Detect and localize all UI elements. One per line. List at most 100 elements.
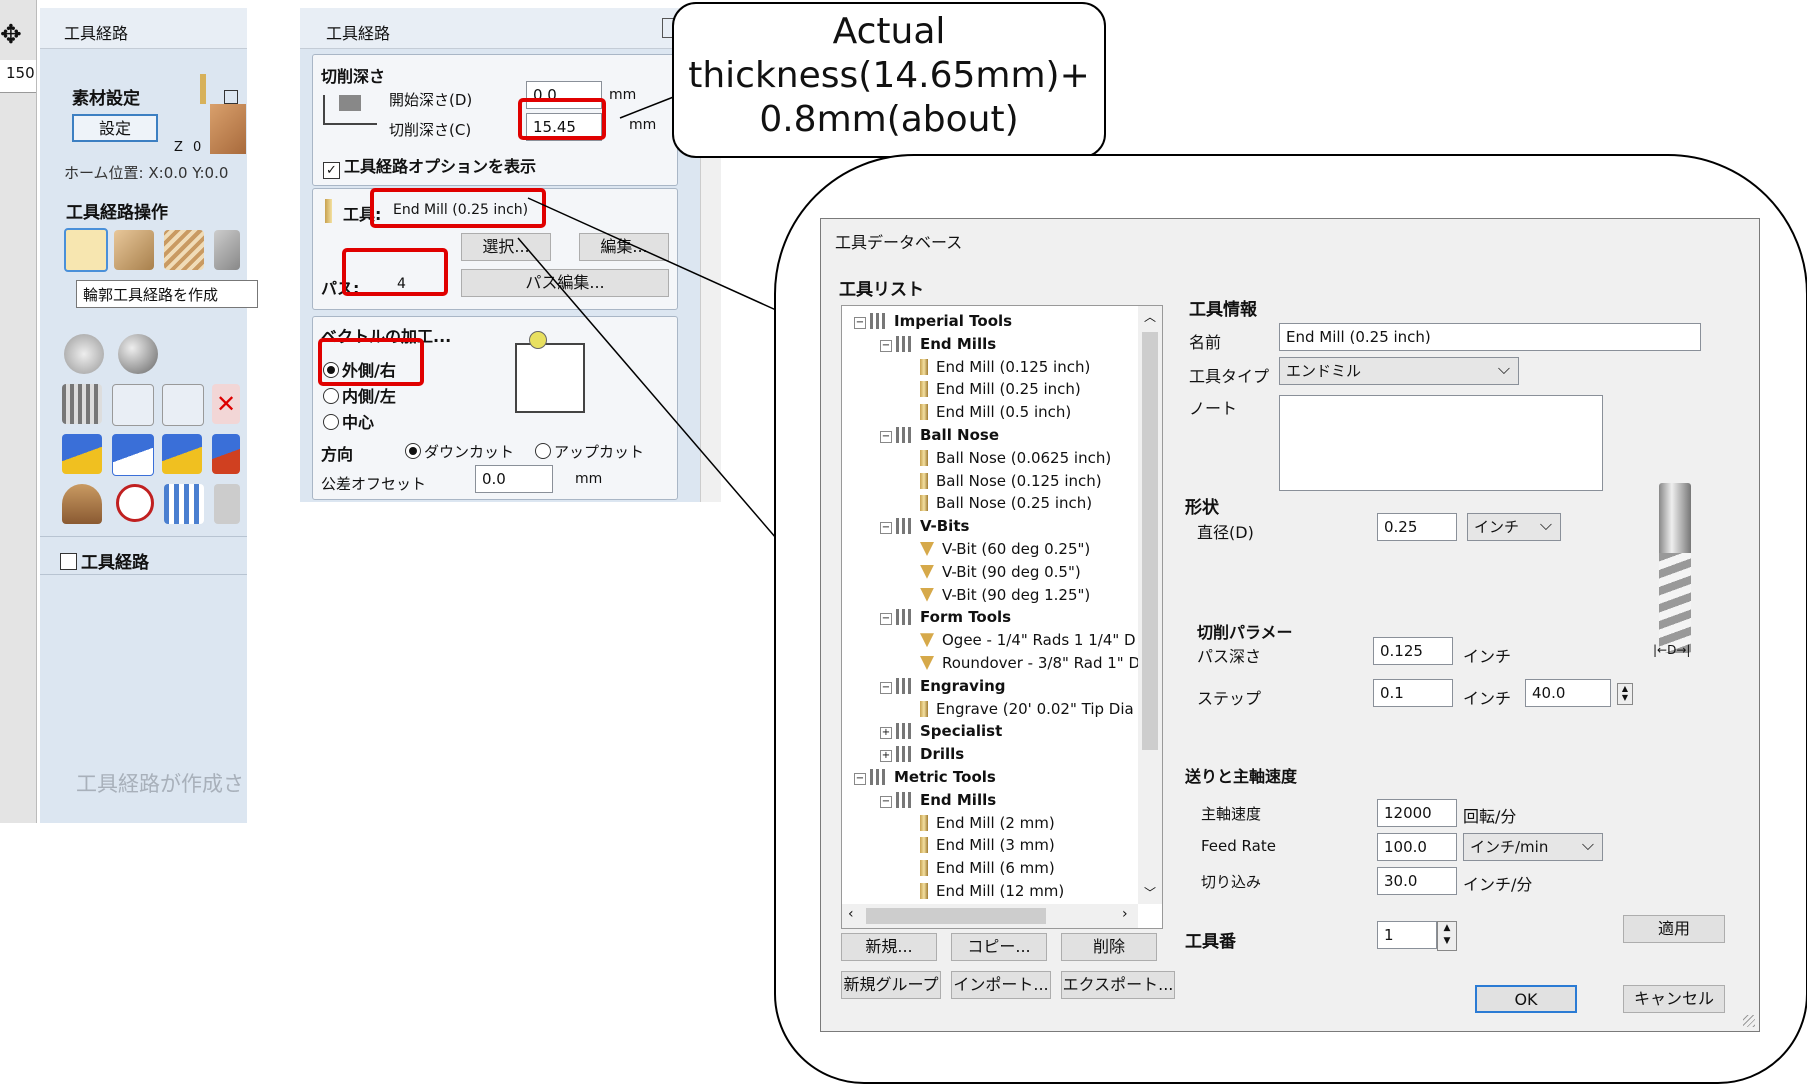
collapse-icon[interactable]: − <box>854 773 866 785</box>
new-tool-button[interactable]: 新規... <box>841 933 937 961</box>
tool-group-icon <box>896 427 914 443</box>
feed-input[interactable]: 100.0 <box>1377 833 1457 861</box>
collapse-icon[interactable]: − <box>880 613 892 626</box>
feed-label: Feed Rate <box>1201 837 1276 855</box>
tree-item-label: Metric Tools <box>894 768 996 786</box>
tree-item-label: End Mill (12 mm) <box>936 882 1065 900</box>
diameter-input[interactable]: 0.25 <box>1377 513 1457 541</box>
tree-item[interactable]: − V-Bits <box>880 515 969 537</box>
collapse-icon[interactable]: − <box>880 795 892 808</box>
stepover-unit: インチ <box>1463 689 1512 708</box>
tree-item[interactable]: End Mill (0.125 inch) <box>906 356 1090 378</box>
end-mill-icon <box>920 700 928 717</box>
diameter-unit-select[interactable]: インチ <box>1467 512 1561 541</box>
resize-grip-icon[interactable] <box>1743 1015 1755 1027</box>
tree-item-label: Ball Nose (0.125 inch) <box>936 471 1102 490</box>
tree-item[interactable]: End Mill (6 mm) <box>906 857 1055 879</box>
pass-depth-input[interactable]: 0.125 <box>1373 637 1453 665</box>
collapse-icon[interactable]: − <box>880 681 892 694</box>
tree-item[interactable]: − Form Tools <box>880 606 1011 628</box>
end-mill-icon <box>920 404 928 421</box>
spindle-unit: 回転/分 <box>1463 807 1517 826</box>
tree-item-label: End Mills <box>920 334 997 353</box>
feeds-heading: 送りと主軸速度 <box>1185 767 1298 786</box>
spindle-input[interactable]: 12000 <box>1377 799 1457 827</box>
copy-tool-button[interactable]: コピー... <box>951 933 1047 961</box>
tree-item[interactable]: End Mill (12 mm) <box>906 880 1064 902</box>
tool-group-icon <box>896 609 914 626</box>
collapse-icon[interactable]: − <box>880 522 892 535</box>
tool-database-dialog: 工具データベース 工具リスト − Imperial Tools − End Mills… <box>820 218 1760 1032</box>
scroll-thumb[interactable] <box>1142 332 1158 750</box>
expand-icon[interactable]: + <box>880 750 892 763</box>
pass-depth-label: パス深さ <box>1197 647 1262 666</box>
scroll-down-icon[interactable]: ﹀ <box>1144 884 1156 901</box>
stepover-input[interactable]: 0.1 <box>1373 679 1453 707</box>
collapse-icon[interactable]: − <box>880 339 892 352</box>
plunge-input[interactable]: 30.0 <box>1377 867 1457 895</box>
tool-number-spinner[interactable]: ▲ ▼ <box>1437 921 1457 951</box>
feed-unit-select[interactable]: インチ/min <box>1463 832 1603 861</box>
tree-item[interactable]: − End Mills <box>880 789 996 811</box>
notes-label: ノート <box>1189 399 1238 418</box>
tree-item-label: Roundover - 3/8" Rad 1" D <box>942 654 1141 672</box>
tool-group-icon <box>896 335 914 352</box>
tree-item[interactable]: End Mill (0.25 inch) <box>906 378 1081 400</box>
tree-item[interactable]: + Drills <box>880 743 964 765</box>
tree-item[interactable]: Roundover - 3/8" Rad 1" D <box>906 652 1140 674</box>
tree-item[interactable]: Engrave (20' 0.02" Tip Dia <box>906 698 1134 720</box>
tree-item[interactable]: − Imperial Tools <box>854 310 1012 332</box>
collapse-icon[interactable]: − <box>880 431 892 443</box>
diameter-label: 直径(D) <box>1197 523 1254 542</box>
hscroll-thumb[interactable] <box>866 908 1046 924</box>
tree-item[interactable]: End Mill (0.5 inch) <box>906 401 1071 423</box>
expand-icon[interactable]: + <box>880 727 892 740</box>
new-group-button[interactable]: 新規グループ <box>841 971 941 999</box>
tree-item-label: V-Bit (90 deg 1.25") <box>942 585 1091 604</box>
v-bit-icon <box>920 564 934 579</box>
tree-item[interactable]: + Specialist <box>880 720 1002 742</box>
stepover-percent-input[interactable]: 40.0 <box>1525 679 1611 707</box>
tool-group-icon <box>896 723 914 740</box>
tree-item[interactable]: Ogee - 1/4" Rads 1 1/4" D <box>906 629 1136 651</box>
collapse-icon[interactable]: − <box>854 317 866 329</box>
tree-item-label: End Mill (0.25 inch) <box>936 380 1081 399</box>
tree-item-label: Imperial Tools <box>894 312 1013 330</box>
tree-item[interactable]: V-Bit (90 deg 1.25") <box>906 584 1090 606</box>
delete-tool-button[interactable]: 削除 <box>1061 933 1157 961</box>
v-bit-icon <box>920 656 934 670</box>
stepover-spinner[interactable]: ▲ ▼ <box>1617 683 1633 705</box>
tree-item[interactable]: Ball Nose (0.25 inch) <box>906 492 1092 514</box>
tree-item[interactable]: − Ball Nose <box>880 424 999 446</box>
tree-item[interactable]: Ball Nose (0.0625 inch) <box>906 447 1111 469</box>
ok-button[interactable]: OK <box>1475 985 1577 1013</box>
export-button[interactable]: エクスポート... <box>1061 971 1175 999</box>
tool-number-label: 工具番 <box>1185 932 1236 952</box>
cancel-button[interactable]: キャンセル <box>1623 985 1725 1013</box>
scroll-left-icon[interactable]: ‹ <box>848 906 854 922</box>
scroll-up-icon[interactable]: ︿ <box>1144 308 1156 325</box>
tree-horizontal-scrollbar[interactable]: ‹ › <box>842 904 1138 928</box>
tool-number-input[interactable]: 1 <box>1377 921 1437 949</box>
tree-item-label: End Mill (2 mm) <box>936 813 1055 832</box>
tree-item[interactable]: End Mill (2 mm) <box>906 812 1055 834</box>
tree-item[interactable]: − Metric Tools <box>854 766 996 788</box>
tree-item[interactable]: V-Bit (90 deg 0.5") <box>906 561 1081 583</box>
name-input[interactable]: End Mill (0.25 inch) <box>1279 323 1701 351</box>
apply-button[interactable]: 適用 <box>1623 915 1725 943</box>
tree-vertical-scrollbar[interactable]: ︿ ﹀ <box>1138 306 1162 904</box>
tree-item[interactable]: − End Mills <box>880 333 996 355</box>
tool-tree[interactable]: − Imperial Tools − End Mills End Mill (0.125… <box>841 305 1163 929</box>
tree-item-label: End Mill (0.125 inch) <box>936 357 1091 376</box>
tree-item[interactable]: End Mill (3 mm) <box>906 834 1055 856</box>
notes-textarea[interactable] <box>1279 395 1603 491</box>
tree-item-label: Engrave (20' 0.02" Tip Dia <box>936 699 1134 718</box>
scroll-right-icon[interactable]: › <box>1122 906 1128 922</box>
tree-item[interactable]: V-Bit (60 deg 0.25") <box>906 538 1090 560</box>
import-button[interactable]: インポート... <box>951 971 1051 999</box>
tree-item[interactable]: − Engraving <box>880 675 1006 697</box>
tool-group-icon <box>870 769 888 785</box>
tool-type-select[interactable]: エンドミル <box>1279 356 1519 385</box>
name-label: 名前 <box>1189 333 1222 352</box>
tree-item[interactable]: Ball Nose (0.125 inch) <box>906 470 1102 492</box>
